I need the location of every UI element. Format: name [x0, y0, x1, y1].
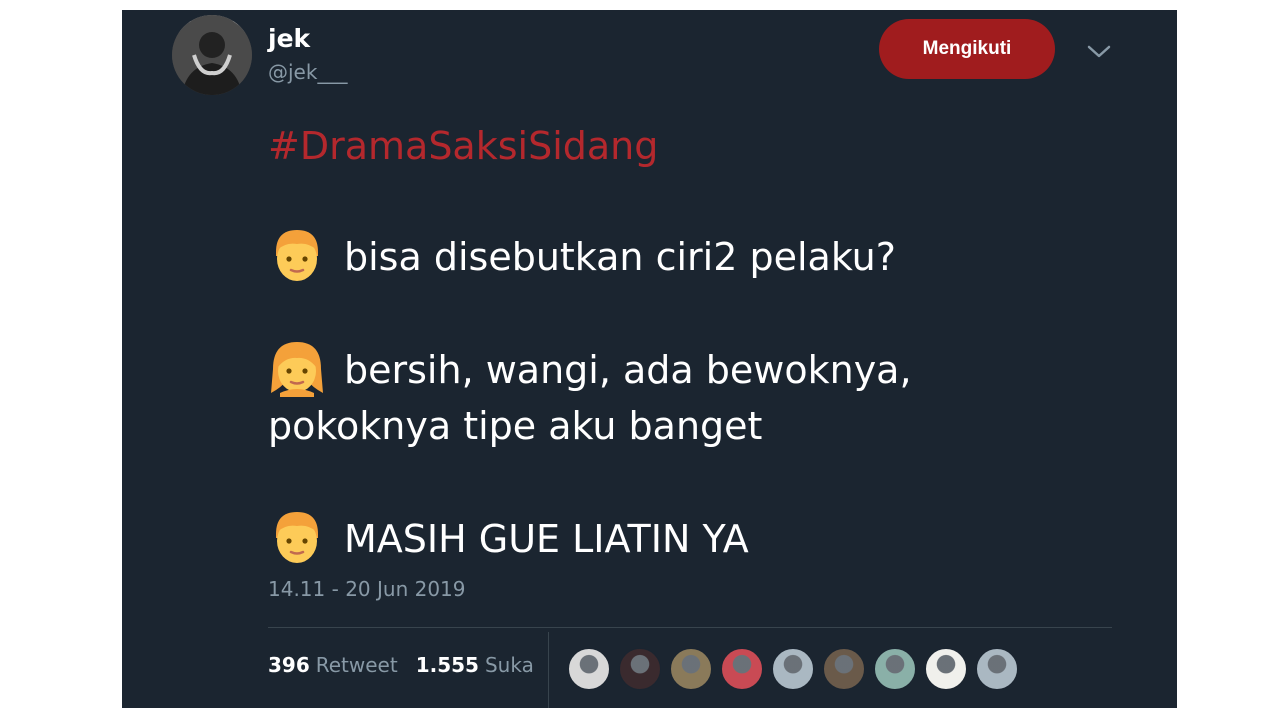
- tweet-line-3: MASIH GUE LIATIN YA: [268, 508, 1148, 567]
- retweet-label: Retweet: [315, 653, 398, 677]
- liker-avatar[interactable]: [670, 648, 712, 690]
- avatar-image: [172, 15, 252, 95]
- tweet-line-2: bersih, wangi, ada bewoknya,: [268, 339, 1148, 398]
- display-name[interactable]: jek: [268, 24, 310, 54]
- tweet-timestamp[interactable]: 14.11 - 20 Jun 2019: [268, 577, 466, 601]
- liker-avatar[interactable]: [568, 648, 610, 690]
- liker-avatar[interactable]: [874, 648, 916, 690]
- like-stat[interactable]: 1.555 Suka: [416, 653, 534, 677]
- user-handle[interactable]: @jek___: [268, 60, 347, 84]
- liker-avatar[interactable]: [619, 648, 661, 690]
- tweet-line-3-text: MASIH GUE LIATIN YA: [344, 517, 749, 561]
- like-count: 1.555: [415, 653, 479, 677]
- liker-avatars: [568, 648, 1018, 690]
- liker-avatar[interactable]: [976, 648, 1018, 690]
- divider: [268, 627, 1112, 628]
- tweet-text: #DramaSaksiSidang bisa disebutkan ciri2 …: [268, 118, 1148, 567]
- following-button[interactable]: Mengikuti: [879, 19, 1055, 79]
- man-emoji: [276, 512, 318, 563]
- liker-avatar[interactable]: [925, 648, 967, 690]
- retweet-count: 396: [268, 653, 310, 677]
- liker-avatar[interactable]: [772, 648, 814, 690]
- chevron-down-icon[interactable]: [1082, 38, 1116, 66]
- woman-emoji: [271, 342, 323, 397]
- tweet-stats: 396 Retweet 1.555 Suka: [268, 653, 534, 677]
- tweet-card: jek @jek___ Mengikuti #DramaSaksiSidang …: [122, 10, 1177, 708]
- liker-avatar[interactable]: [823, 648, 865, 690]
- like-label: Suka: [484, 653, 534, 677]
- retweet-stat[interactable]: 396 Retweet: [268, 653, 398, 677]
- tweet-line-2b: pokoknya tipe aku banget: [268, 404, 763, 448]
- hashtag-link[interactable]: #DramaSaksiSidang: [268, 118, 1148, 174]
- man-emoji: [276, 230, 318, 281]
- user-avatar[interactable]: [172, 15, 252, 95]
- liker-avatar[interactable]: [721, 648, 763, 690]
- tweet-line-1: bisa disebutkan ciri2 pelaku?: [268, 226, 1148, 285]
- stats-separator: [548, 632, 549, 708]
- tweet-line-2-text: bersih, wangi, ada bewoknya,: [344, 348, 912, 392]
- tweet-line-1-text: bisa disebutkan ciri2 pelaku?: [344, 235, 896, 279]
